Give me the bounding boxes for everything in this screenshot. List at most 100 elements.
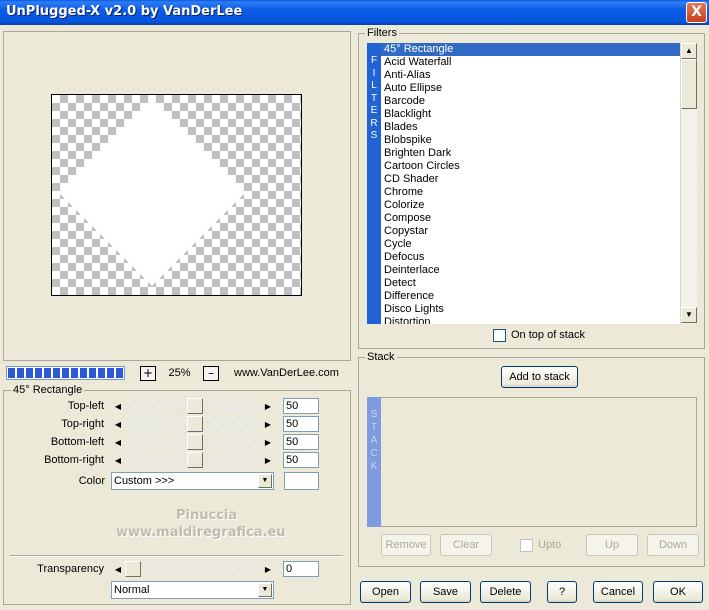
down-button[interactable]: Down [647, 534, 699, 556]
zoom-out-button[interactable]: – [203, 366, 219, 381]
slider-right-arrow-icon[interactable]: ▶ [261, 561, 275, 577]
slider-left-arrow-icon[interactable]: ◀ [111, 416, 125, 432]
slider-left-arrow-icon[interactable]: ◀ [111, 452, 125, 468]
cancel-button[interactable]: Cancel [593, 581, 643, 603]
slider-track[interactable] [125, 452, 261, 468]
close-button[interactable]: X [686, 2, 707, 23]
stack-sidebar-letter: S [370, 409, 378, 420]
filter-item[interactable]: Detect [381, 277, 696, 290]
slider-thumb[interactable] [187, 452, 203, 468]
top-left-slider[interactable]: ◀ ▶ [111, 398, 275, 414]
slider-thumb[interactable] [187, 434, 203, 450]
add-to-stack-button[interactable]: Add to stack [501, 366, 578, 388]
slider-right-arrow-icon[interactable]: ▶ [261, 434, 275, 450]
filter-item[interactable]: CD Shader [381, 173, 696, 186]
dropdown-arrow-icon[interactable]: ▼ [258, 474, 272, 488]
up-button[interactable]: Up [586, 534, 638, 556]
filter-item[interactable]: Defocus [381, 251, 696, 264]
filter-item[interactable]: Blades [381, 121, 696, 134]
slider-track[interactable] [125, 398, 261, 414]
filters-sidebar-letter: F [370, 55, 378, 66]
upto-checkbox[interactable] [520, 539, 533, 552]
slider-left-arrow-icon[interactable]: ◀ [111, 398, 125, 414]
filters-sidebar-letter: T [370, 92, 378, 104]
slider-track[interactable] [125, 561, 261, 577]
color-select-value: Custom >>> [114, 475, 175, 487]
top-right-slider[interactable]: ◀ ▶ [111, 416, 275, 432]
help-button[interactable]: ? [547, 581, 577, 603]
slider-right-arrow-icon[interactable]: ▶ [261, 452, 275, 468]
color-select[interactable]: Custom >>> ▼ [111, 472, 274, 490]
preview-panel [3, 31, 351, 361]
filter-item[interactable]: Distortion [381, 316, 696, 324]
filter-item[interactable]: Chrome [381, 186, 696, 199]
filter-item[interactable]: 45° Rectangle [381, 43, 696, 56]
scroll-down-arrow-icon[interactable]: ▼ [681, 307, 697, 323]
slider-thumb[interactable] [187, 416, 203, 432]
bottom-right-slider[interactable]: ◀ ▶ [111, 452, 275, 468]
progress-fill [8, 368, 123, 378]
blend-mode-value: Normal [114, 584, 150, 596]
top-left-label: Top-left [67, 400, 104, 412]
filter-item[interactable]: Blobspike [381, 134, 696, 147]
filter-item[interactable]: Compose [381, 212, 696, 225]
close-icon[interactable]: X [691, 4, 702, 20]
filter-item[interactable]: Copystar [381, 225, 696, 238]
scroll-thumb[interactable] [681, 59, 697, 109]
on-top-label: On top of stack [511, 329, 585, 341]
color-label: Color [78, 475, 105, 487]
transparency-input[interactable]: 0 [283, 561, 319, 577]
dropdown-arrow-icon[interactable]: ▼ [258, 583, 272, 597]
slider-track[interactable] [125, 416, 261, 432]
filter-item[interactable]: Blacklight [381, 108, 696, 121]
slider-right-arrow-icon[interactable]: ▶ [261, 398, 275, 414]
transparency-label: Transparency [37, 563, 104, 575]
stack-list[interactable] [381, 397, 697, 527]
filter-item[interactable]: Auto Ellipse [381, 82, 696, 95]
slider-left-arrow-icon[interactable]: ◀ [111, 434, 125, 450]
clear-button[interactable]: Clear [440, 534, 492, 556]
preview-canvas[interactable] [51, 94, 302, 296]
filter-item[interactable]: Anti-Alias [381, 69, 696, 82]
filter-item[interactable]: Colorize [381, 199, 696, 212]
bottom-left-slider[interactable]: ◀ ▶ [111, 434, 275, 450]
filter-item[interactable]: Disco Lights [381, 303, 696, 316]
stack-sidebar-letter: A [370, 435, 378, 446]
stack-sidebar: STACK [367, 397, 381, 527]
filters-sidebar-letter: I [372, 67, 376, 79]
filter-item[interactable]: Brighten Dark [381, 147, 696, 160]
slider-thumb[interactable] [125, 561, 141, 577]
filter-item[interactable]: Acid Waterfall [381, 56, 696, 69]
blend-mode-select[interactable]: Normal ▼ [111, 581, 274, 599]
top-right-input[interactable]: 50 [283, 416, 319, 432]
filter-item[interactable]: Cartoon Circles [381, 160, 696, 173]
filter-item[interactable]: Barcode [381, 95, 696, 108]
stack-sidebar-letter: T [370, 422, 378, 433]
filter-item[interactable]: Deinterlace [381, 264, 696, 277]
filter-list[interactable]: 45° Rectangle Acid Waterfall Anti-Alias Aut… [381, 43, 697, 324]
open-button[interactable]: Open [360, 581, 411, 603]
top-left-input[interactable]: 50 [283, 398, 319, 414]
slider-right-arrow-icon[interactable]: ▶ [261, 416, 275, 432]
zoom-in-button[interactable]: + [140, 366, 156, 381]
slider-left-arrow-icon[interactable]: ◀ [111, 561, 125, 577]
delete-button[interactable]: Delete [480, 581, 531, 603]
filter-item[interactable]: Cycle [381, 238, 696, 251]
scroll-up-arrow-icon[interactable]: ▲ [681, 43, 697, 59]
on-top-checkbox[interactable] [493, 329, 506, 342]
website-link[interactable]: www.VanDerLee.com [234, 366, 339, 381]
filter-item[interactable]: Difference [381, 290, 696, 303]
save-button[interactable]: Save [420, 581, 471, 603]
remove-button[interactable]: Remove [381, 534, 431, 556]
filters-sidebar-letter: L [371, 80, 377, 91]
filters-title: Filters [365, 27, 399, 39]
ok-button[interactable]: OK [653, 581, 703, 603]
slider-thumb[interactable] [187, 398, 203, 414]
bottom-right-input[interactable]: 50 [283, 452, 319, 468]
transparency-slider[interactable]: ◀ ▶ [111, 561, 275, 577]
color-swatch[interactable] [284, 472, 319, 490]
filters-sidebar: FILTERS [367, 43, 381, 324]
slider-track[interactable] [125, 434, 261, 450]
bottom-left-input[interactable]: 50 [283, 434, 319, 450]
filter-scrollbar[interactable]: ▲ ▼ [680, 43, 697, 324]
